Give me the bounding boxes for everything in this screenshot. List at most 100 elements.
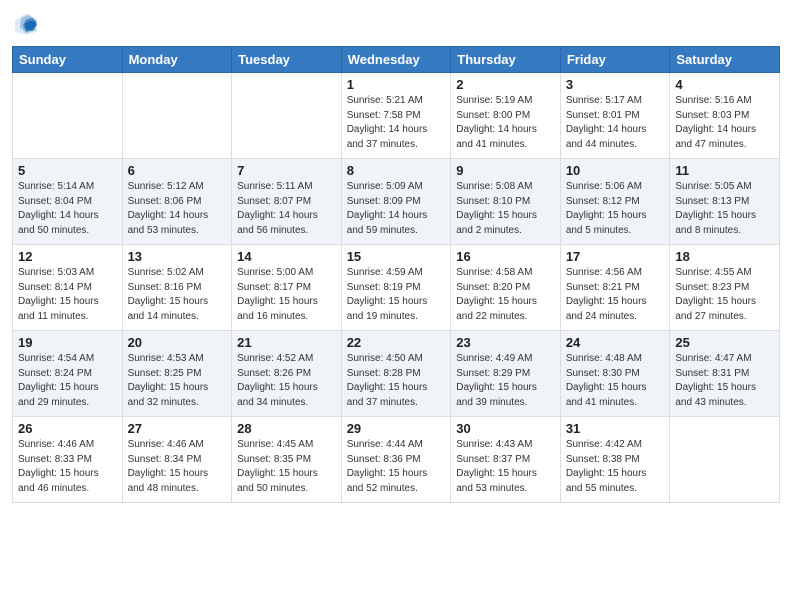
cell-info: Sunrise: 5:08 AMSunset: 8:10 PMDaylight:… <box>456 180 555 238</box>
day-number: 28 <box>237 421 336 436</box>
calendar-cell: 30Sunrise: 4:43 AMSunset: 8:37 PMDayligh… <box>451 417 561 503</box>
day-number: 20 <box>128 335 227 350</box>
cell-info: Sunrise: 5:05 AMSunset: 8:13 PMDaylight:… <box>675 180 774 238</box>
calendar-cell: 26 Sunrise: 4:46 AMSunset: 8:33 PMDayligh… <box>13 417 123 503</box>
weekday-header: Saturday <box>670 47 780 73</box>
calendar-cell <box>13 73 123 159</box>
day-number: 2 <box>456 77 555 92</box>
calendar-cell: 3 Sunrise: 5:17 AMSunset: 8:01 PMDaylight… <box>560 73 670 159</box>
calendar-cell: 29 Sunrise: 4:44 AMSunset: 8:36 PMDayligh… <box>341 417 451 503</box>
day-number: 22 <box>347 335 446 350</box>
calendar-cell: 27Sunrise: 4:46 AMSunset: 8:34 PMDayligh… <box>122 417 232 503</box>
calendar-cell: 14Sunrise: 5:00 AMSunset: 8:17 PMDayligh… <box>232 245 342 331</box>
calendar-header: SundayMondayTuesdayWednesdayThursdayFrid… <box>13 47 780 73</box>
cell-info: Sunrise: 4:42 AMSunset: 8:38 PMDaylight:… <box>566 438 665 496</box>
cell-info: Sunrise: 5:14 AMSunset: 8:04 PMDaylight:… <box>18 180 117 238</box>
cell-info: Sunrise: 5:11 AMSunset: 8:07 PMDaylight:… <box>237 180 336 238</box>
calendar-cell: 6 Sunrise: 5:12 AMSunset: 8:06 PMDaylight… <box>122 159 232 245</box>
day-number: 15 <box>347 249 446 264</box>
cell-info: Sunrise: 5:17 AMSunset: 8:01 PMDaylight:… <box>566 94 665 152</box>
cell-info: Sunrise: 4:48 AMSunset: 8:30 PMDaylight:… <box>566 352 665 410</box>
cell-info: Sunrise: 4:49 AMSunset: 8:29 PMDaylight:… <box>456 352 555 410</box>
logo <box>12 10 44 38</box>
calendar-cell: 4 Sunrise: 5:16 AMSunset: 8:03 PMDaylight… <box>670 73 780 159</box>
calendar-cell: 12 Sunrise: 5:03 AMSunset: 8:14 PMDayligh… <box>13 245 123 331</box>
calendar-cell: 16 Sunrise: 4:58 AMSunset: 8:20 PMDayligh… <box>451 245 561 331</box>
header <box>12 10 780 38</box>
day-number: 8 <box>347 163 446 178</box>
calendar-cell: 15Sunrise: 4:59 AMSunset: 8:19 PMDayligh… <box>341 245 451 331</box>
cell-info: Sunrise: 5:06 AMSunset: 8:12 PMDaylight:… <box>566 180 665 238</box>
weekday-row: SundayMondayTuesdayWednesdayThursdayFrid… <box>13 47 780 73</box>
day-number: 27 <box>128 421 227 436</box>
cell-info: Sunrise: 4:52 AMSunset: 8:26 PMDaylight:… <box>237 352 336 410</box>
cell-info: Sunrise: 5:16 AMSunset: 8:03 PMDaylight:… <box>675 94 774 152</box>
day-number: 24 <box>566 335 665 350</box>
weekday-header: Thursday <box>451 47 561 73</box>
cell-info: Sunrise: 4:54 AMSunset: 8:24 PMDaylight:… <box>18 352 117 410</box>
day-number: 31 <box>566 421 665 436</box>
calendar-cell: 17Sunrise: 4:56 AMSunset: 8:21 PMDayligh… <box>560 245 670 331</box>
cell-info: Sunrise: 4:45 AMSunset: 8:35 PMDaylight:… <box>237 438 336 496</box>
cell-info: Sunrise: 4:46 AMSunset: 8:33 PMDaylight:… <box>18 438 117 496</box>
calendar-cell <box>670 417 780 503</box>
calendar-cell: 2 Sunrise: 5:19 AMSunset: 8:00 PMDaylight… <box>451 73 561 159</box>
calendar-cell: 1Sunrise: 5:21 AMSunset: 7:58 PMDaylight… <box>341 73 451 159</box>
day-number: 25 <box>675 335 774 350</box>
day-number: 21 <box>237 335 336 350</box>
calendar-cell: 22 Sunrise: 4:50 AMSunset: 8:28 PMDayligh… <box>341 331 451 417</box>
calendar-cell <box>232 73 342 159</box>
day-number: 26 <box>18 421 117 436</box>
day-number: 11 <box>675 163 774 178</box>
day-number: 10 <box>566 163 665 178</box>
cell-info: Sunrise: 5:02 AMSunset: 8:16 PMDaylight:… <box>128 266 227 324</box>
calendar-cell: 31 Sunrise: 4:42 AMSunset: 8:38 PMDayligh… <box>560 417 670 503</box>
day-number: 13 <box>128 249 227 264</box>
day-number: 14 <box>237 249 336 264</box>
calendar-cell: 19 Sunrise: 4:54 AMSunset: 8:24 PMDayligh… <box>13 331 123 417</box>
day-number: 30 <box>456 421 555 436</box>
calendar-cell: 23Sunrise: 4:49 AMSunset: 8:29 PMDayligh… <box>451 331 561 417</box>
cell-info: Sunrise: 5:03 AMSunset: 8:14 PMDaylight:… <box>18 266 117 324</box>
calendar-cell: 5 Sunrise: 5:14 AMSunset: 8:04 PMDaylight… <box>13 159 123 245</box>
calendar-cell: 25 Sunrise: 4:47 AMSunset: 8:31 PMDayligh… <box>670 331 780 417</box>
calendar-cell: 9 Sunrise: 5:08 AMSunset: 8:10 PMDaylight… <box>451 159 561 245</box>
weekday-header: Tuesday <box>232 47 342 73</box>
day-number: 9 <box>456 163 555 178</box>
calendar-row: 5 Sunrise: 5:14 AMSunset: 8:04 PMDaylight… <box>13 159 780 245</box>
weekday-header: Sunday <box>13 47 123 73</box>
calendar-row: 19 Sunrise: 4:54 AMSunset: 8:24 PMDayligh… <box>13 331 780 417</box>
day-number: 7 <box>237 163 336 178</box>
page: SundayMondayTuesdayWednesdayThursdayFrid… <box>0 0 792 612</box>
day-number: 29 <box>347 421 446 436</box>
cell-info: Sunrise: 5:19 AMSunset: 8:00 PMDaylight:… <box>456 94 555 152</box>
cell-info: Sunrise: 4:50 AMSunset: 8:28 PMDaylight:… <box>347 352 446 410</box>
logo-icon <box>12 10 40 38</box>
calendar-row: 1Sunrise: 5:21 AMSunset: 7:58 PMDaylight… <box>13 73 780 159</box>
cell-info: Sunrise: 4:58 AMSunset: 8:20 PMDaylight:… <box>456 266 555 324</box>
calendar-cell: 10 Sunrise: 5:06 AMSunset: 8:12 PMDayligh… <box>560 159 670 245</box>
day-number: 6 <box>128 163 227 178</box>
day-number: 19 <box>18 335 117 350</box>
calendar-cell: 13 Sunrise: 5:02 AMSunset: 8:16 PMDayligh… <box>122 245 232 331</box>
calendar-cell: 18Sunrise: 4:55 AMSunset: 8:23 PMDayligh… <box>670 245 780 331</box>
calendar-cell: 20 Sunrise: 4:53 AMSunset: 8:25 PMDayligh… <box>122 331 232 417</box>
cell-info: Sunrise: 5:09 AMSunset: 8:09 PMDaylight:… <box>347 180 446 238</box>
cell-info: Sunrise: 4:47 AMSunset: 8:31 PMDaylight:… <box>675 352 774 410</box>
cell-info: Sunrise: 5:12 AMSunset: 8:06 PMDaylight:… <box>128 180 227 238</box>
calendar-cell: 28 Sunrise: 4:45 AMSunset: 8:35 PMDayligh… <box>232 417 342 503</box>
day-number: 3 <box>566 77 665 92</box>
weekday-header: Wednesday <box>341 47 451 73</box>
calendar-body: 1Sunrise: 5:21 AMSunset: 7:58 PMDaylight… <box>13 73 780 503</box>
calendar-row: 12 Sunrise: 5:03 AMSunset: 8:14 PMDayligh… <box>13 245 780 331</box>
day-number: 16 <box>456 249 555 264</box>
day-number: 4 <box>675 77 774 92</box>
calendar-cell: 11 Sunrise: 5:05 AMSunset: 8:13 PMDayligh… <box>670 159 780 245</box>
day-number: 5 <box>18 163 117 178</box>
day-number: 1 <box>347 77 446 92</box>
cell-info: Sunrise: 4:44 AMSunset: 8:36 PMDaylight:… <box>347 438 446 496</box>
cell-info: Sunrise: 4:53 AMSunset: 8:25 PMDaylight:… <box>128 352 227 410</box>
calendar-cell <box>122 73 232 159</box>
calendar-row: 26 Sunrise: 4:46 AMSunset: 8:33 PMDayligh… <box>13 417 780 503</box>
day-number: 12 <box>18 249 117 264</box>
